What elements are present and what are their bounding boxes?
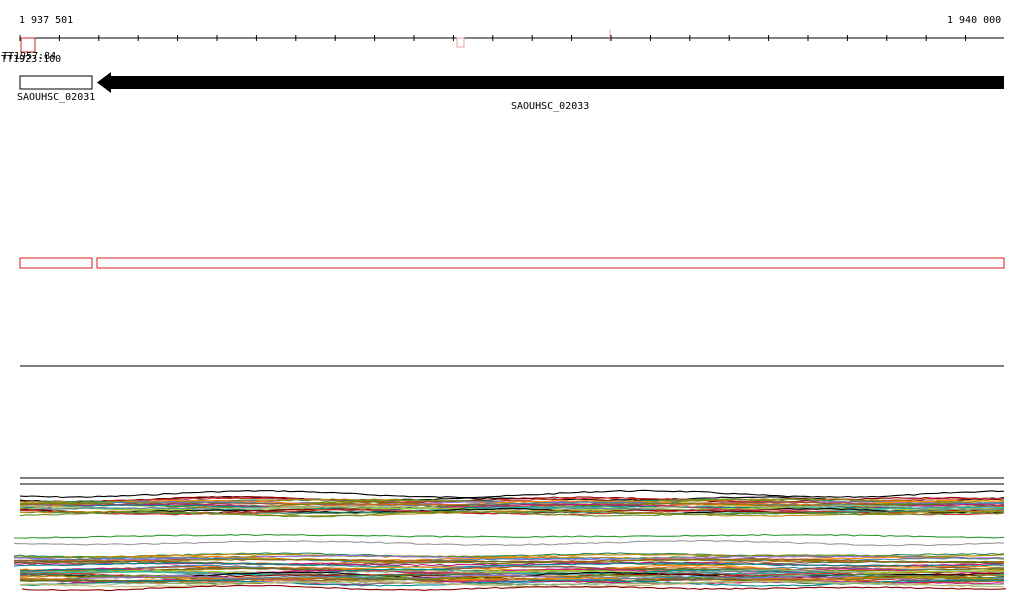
coverage-tracks-bottom — [13, 533, 1007, 592]
feature-box-right[interactable] — [96, 257, 1005, 269]
coordinate-ruler — [19, 30, 1004, 53]
coverage-line — [19, 489, 1005, 499]
tss-marker-box[interactable] — [20, 37, 36, 53]
ruler-end-label: 1 940 000 — [947, 15, 1002, 26]
ruler-start-label: 1 937 501 — [19, 15, 74, 26]
ruler-small-marker — [456, 37, 465, 48]
gene-label-saouhsc-02031: SAOUHSC_02031 — [17, 92, 96, 103]
coverage-line — [13, 539, 1005, 547]
genome-browser-view[interactable] — [0, 0, 1024, 611]
coverage-tracks-top — [19, 489, 1005, 518]
gene-track — [19, 72, 1004, 93]
gene-saouhsc-02031[interactable] — [19, 75, 93, 90]
feature-track — [19, 257, 1005, 269]
feature-box-left[interactable] — [19, 257, 93, 269]
tss-label-b[interactable]: TT1923:100 — [1, 54, 61, 65]
gene-label-saouhsc-02033: SAOUHSC_02033 — [511, 101, 590, 112]
gene-saouhsc-02033[interactable] — [97, 72, 1004, 93]
coverage-line — [14, 533, 1005, 539]
